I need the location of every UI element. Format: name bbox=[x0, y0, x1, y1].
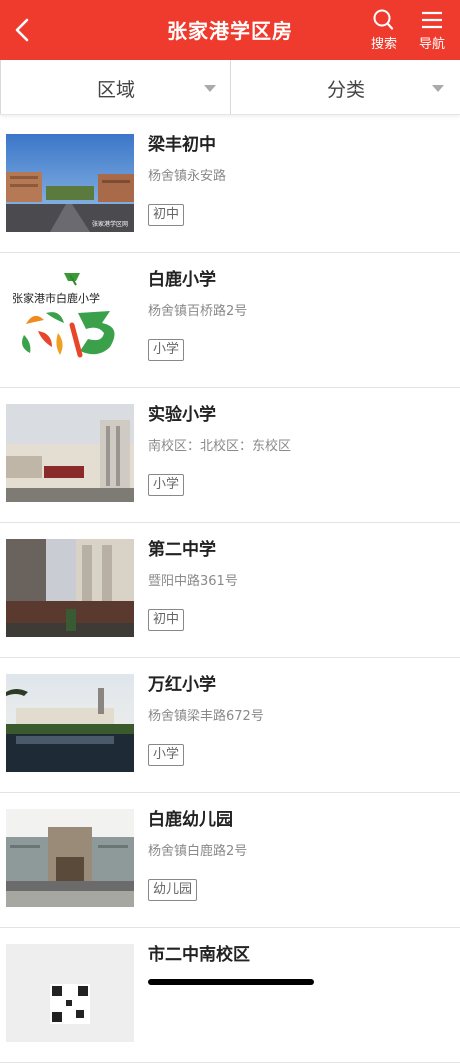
school-type-tag: 小学 bbox=[148, 744, 185, 766]
school-type-tag: 初中 bbox=[148, 609, 185, 631]
list-item[interactable]: 张家港学区网 梁丰初中 杨舍镇永安路 初中 bbox=[0, 118, 460, 253]
search-label: 搜索 bbox=[370, 37, 397, 52]
school-name: 白鹿幼儿园 bbox=[148, 810, 233, 830]
school-address: 杨舍镇白鹿路2号 bbox=[148, 844, 248, 859]
school-thumbnail bbox=[6, 404, 134, 502]
list-item[interactable]: 张家港市白鹿小学 白鹿小学 杨舍镇百桥路2号 小学 bbox=[0, 253, 460, 388]
filter-bar: 区域 分类 bbox=[0, 60, 460, 115]
list-item[interactable]: 实验小学 南校区：北校区：东校区 小学 bbox=[0, 388, 460, 523]
school-name: 白鹿小学 bbox=[148, 270, 216, 290]
dropdown-arrow-icon bbox=[204, 85, 216, 92]
category-filter[interactable]: 分类 bbox=[230, 60, 460, 114]
navigation-button[interactable]: 导航 bbox=[414, 8, 450, 54]
region-filter-label: 区域 bbox=[96, 79, 135, 101]
school-name: 第二中学 bbox=[148, 540, 216, 560]
search-button[interactable]: 搜索 bbox=[366, 8, 402, 54]
menu-icon bbox=[422, 11, 442, 29]
dropdown-arrow-icon bbox=[432, 85, 444, 92]
school-type-tag: 幼儿园 bbox=[148, 879, 198, 901]
school-thumbnail: 张家港学区网 bbox=[6, 134, 134, 232]
school-thumbnail bbox=[6, 539, 134, 637]
list-item[interactable]: 白鹿幼儿园 杨舍镇白鹿路2号 幼儿园 bbox=[0, 793, 460, 928]
school-type-tag: 初中 bbox=[148, 204, 185, 226]
school-logo: 张家港市白鹿小学 bbox=[6, 269, 134, 367]
school-name: 梁丰初中 bbox=[148, 135, 216, 155]
list-item[interactable]: 万红小学 杨舍镇梁丰路672号 小学 bbox=[0, 658, 460, 793]
school-thumbnail bbox=[6, 674, 134, 772]
navigation-label: 导航 bbox=[418, 37, 445, 52]
school-address: 杨舍镇永安路 bbox=[148, 169, 227, 184]
watermark-text: 张家港学区网 bbox=[92, 220, 128, 228]
home-indicator bbox=[148, 979, 314, 985]
school-name: 实验小学 bbox=[148, 405, 216, 425]
school-address: 杨舍镇百桥路2号 bbox=[148, 304, 248, 319]
app-header: 张家港学区房 搜索 导航 bbox=[0, 0, 460, 60]
school-name: 市二中南校区 bbox=[148, 945, 250, 965]
category-filter-label: 分类 bbox=[326, 79, 365, 101]
school-address: 暨阳中路361号 bbox=[148, 574, 238, 589]
school-list: 张家港学区网 梁丰初中 杨舍镇永安路 初中 张家港市白鹿小学 白鹿小学 杨舍镇百… bbox=[0, 118, 460, 1063]
logo-school-name: 张家港市白鹿小学 bbox=[12, 291, 100, 305]
school-name: 万红小学 bbox=[148, 675, 216, 695]
school-type-tag: 小学 bbox=[148, 339, 185, 361]
school-address: 南校区：北校区：东校区 bbox=[148, 439, 292, 454]
search-icon bbox=[373, 9, 394, 30]
school-address: 杨舍镇梁丰路672号 bbox=[148, 709, 264, 724]
school-type-tag: 小学 bbox=[148, 474, 185, 496]
school-thumbnail bbox=[6, 944, 134, 1042]
region-filter[interactable]: 区域 bbox=[0, 60, 231, 114]
list-item[interactable]: 第二中学 暨阳中路361号 初中 bbox=[0, 523, 460, 658]
school-thumbnail bbox=[6, 809, 134, 907]
